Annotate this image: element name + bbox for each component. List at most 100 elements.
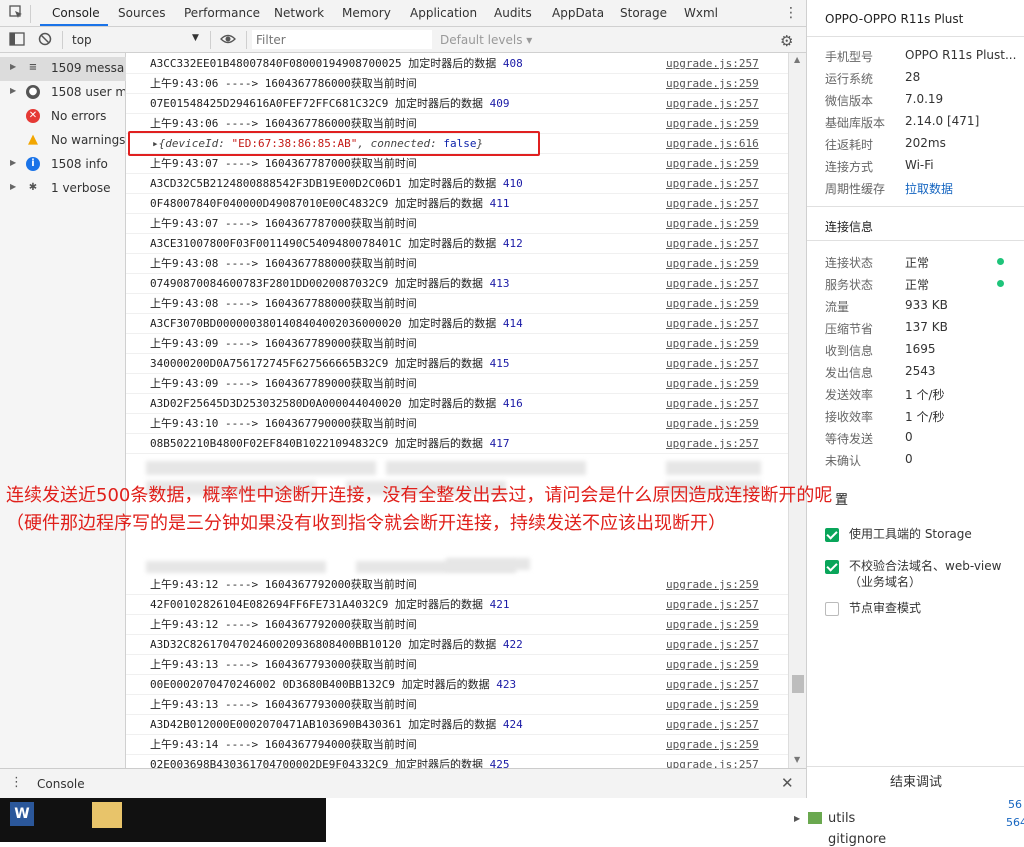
source-link[interactable]: upgrade.js:259 bbox=[666, 575, 759, 595]
context-select[interactable]: top ▼ bbox=[72, 33, 204, 47]
source-link[interactable]: upgrade.js:259 bbox=[666, 735, 759, 755]
message-text: 07490870084600783F2801DD0020087032C9 加定时… bbox=[150, 277, 490, 290]
more-options-icon[interactable]: ⋮ bbox=[784, 5, 798, 21]
source-link[interactable]: upgrade.js:257 bbox=[666, 174, 759, 194]
source-link[interactable]: upgrade.js:257 bbox=[666, 635, 759, 655]
source-link[interactable]: upgrade.js:259 bbox=[666, 374, 759, 394]
message-text: 上午9:43:07 ----> 1604367787000获取当前时间 bbox=[150, 157, 417, 170]
expand-arrow-icon[interactable]: ▶ bbox=[10, 62, 16, 71]
source-link[interactable]: upgrade.js:257 bbox=[666, 394, 759, 414]
source-link[interactable]: upgrade.js:259 bbox=[666, 615, 759, 635]
source-link[interactable]: upgrade.js:259 bbox=[666, 214, 759, 234]
source-link[interactable]: upgrade.js:257 bbox=[666, 715, 759, 735]
source-link[interactable]: upgrade.js:257 bbox=[666, 675, 759, 695]
filetree-item-utils[interactable]: utils bbox=[828, 811, 855, 826]
source-link[interactable]: upgrade.js:259 bbox=[666, 114, 759, 134]
sidebar-item-warnings[interactable]: ▲ No warnings bbox=[0, 129, 126, 153]
source-link[interactable]: upgrade.js:257 bbox=[666, 234, 759, 254]
expand-arrow-icon[interactable]: ▶ bbox=[10, 182, 16, 191]
log-levels-dropdown[interactable]: Default levels ▾ bbox=[440, 33, 532, 47]
expand-arrow-icon[interactable]: ▶ bbox=[10, 86, 16, 95]
folder-icon[interactable] bbox=[92, 802, 122, 828]
source-link[interactable]: upgrade.js:259 bbox=[666, 334, 759, 354]
source-link[interactable]: upgrade.js:259 bbox=[666, 655, 759, 675]
tab-application[interactable]: Application bbox=[410, 6, 477, 20]
console-row: A3CD32C5B2124800888542F3DB19E00D2C06D1 加… bbox=[126, 174, 788, 194]
expand-arrow-icon[interactable]: ▶ bbox=[10, 158, 16, 167]
message-number: 408 bbox=[502, 57, 523, 70]
word-app-icon[interactable]: W bbox=[10, 802, 34, 826]
setting-checkbox[interactable] bbox=[825, 602, 839, 616]
setting-checkbox[interactable] bbox=[825, 560, 839, 574]
message-text: 42F00102826104E082694FF6FE731A4032C9 加定时… bbox=[150, 598, 490, 611]
close-drawer-icon[interactable]: ✕ bbox=[781, 774, 794, 792]
divider bbox=[807, 36, 1024, 37]
line-number: 56 bbox=[1008, 798, 1022, 811]
eye-icon[interactable] bbox=[220, 33, 236, 48]
tab-memory[interactable]: Memory bbox=[342, 6, 391, 20]
source-link[interactable]: upgrade.js:257 bbox=[666, 434, 759, 454]
scrollbar-thumb[interactable] bbox=[792, 675, 804, 693]
drawer-menu-icon[interactable]: ⋮ bbox=[10, 775, 23, 790]
tab-wxml[interactable]: Wxml bbox=[684, 6, 718, 20]
toggle-sidebar-icon[interactable] bbox=[9, 32, 25, 49]
console-row: 00E0002070470246002 0D3680B400BB132C9 加定… bbox=[126, 675, 788, 695]
message-text: A3CF3070BD0000003801408404002036000020 加… bbox=[150, 317, 503, 330]
inspect-element-icon[interactable] bbox=[9, 5, 23, 19]
source-link[interactable]: upgrade.js:259 bbox=[666, 695, 759, 715]
console-message: A3CF3070BD0000003801408404002036000020 加… bbox=[150, 314, 523, 334]
source-link[interactable]: upgrade.js:259 bbox=[666, 254, 759, 274]
scroll-up-icon[interactable]: ▲ bbox=[794, 55, 800, 64]
source-link[interactable]: upgrade.js:257 bbox=[666, 354, 759, 374]
filetree-item-gitignore[interactable]: gitignore bbox=[828, 832, 886, 847]
scroll-down-icon[interactable]: ▼ bbox=[794, 755, 800, 764]
tab-appdata[interactable]: AppData bbox=[552, 6, 604, 20]
source-link[interactable]: upgrade.js:257 bbox=[666, 595, 759, 615]
sidebar-item-label: No warnings bbox=[51, 133, 125, 147]
info-value: 7.0.19 bbox=[905, 92, 944, 106]
info-key: 周期性缓存 bbox=[825, 182, 886, 196]
message-text: 上午9:43:13 ----> 1604367793000获取当前时间 bbox=[150, 698, 417, 711]
message-text: 上午9:43:06 ----> 1604367786000获取当前时间 bbox=[150, 77, 417, 90]
sidebar-item-verbose[interactable]: ▶ ✱ 1 verbose bbox=[0, 177, 126, 201]
tab-network[interactable]: Network bbox=[274, 6, 324, 20]
source-link[interactable]: upgrade.js:257 bbox=[666, 54, 759, 74]
tab-console[interactable]: Console bbox=[52, 6, 100, 20]
source-link[interactable]: upgrade.js:259 bbox=[666, 414, 759, 434]
message-number: 414 bbox=[502, 317, 523, 330]
console-message: 08B502210B4800F02EF840B10221094832C9 加定时… bbox=[150, 434, 510, 454]
device-title: OPPO-OPPO R11s Plust bbox=[825, 12, 964, 26]
console-row: A3D42B012000E0002070471AB103690B430361 加… bbox=[126, 715, 788, 735]
tab-sources[interactable]: Sources bbox=[118, 6, 165, 20]
expand-arrow-icon[interactable]: ▶ bbox=[794, 814, 800, 823]
sidebar-item-user-messages[interactable]: ▶ ● 1508 user m... bbox=[0, 81, 126, 105]
source-link[interactable]: upgrade.js:257 bbox=[666, 755, 759, 768]
end-debug-button[interactable]: 结束调试 bbox=[807, 766, 1024, 798]
tab-audits[interactable]: Audits bbox=[494, 6, 532, 20]
drawer-tab-console[interactable]: Console bbox=[37, 777, 85, 791]
clear-console-icon[interactable] bbox=[38, 32, 52, 49]
source-link[interactable]: upgrade.js:257 bbox=[666, 274, 759, 294]
source-link[interactable]: upgrade.js:259 bbox=[666, 294, 759, 314]
filter-input[interactable] bbox=[252, 30, 432, 49]
source-link[interactable]: upgrade.js:257 bbox=[666, 94, 759, 114]
console-sidebar: ▶ ≡ 1509 messa... ▶ ● 1508 user m... ✕ N… bbox=[0, 53, 126, 768]
tab-performance[interactable]: Performance bbox=[184, 6, 260, 20]
sidebar-item-info[interactable]: ▶ i 1508 info bbox=[0, 153, 126, 177]
settings-gear-icon[interactable]: ⚙ bbox=[780, 32, 793, 50]
source-link[interactable]: upgrade.js:257 bbox=[666, 194, 759, 214]
source-link[interactable]: upgrade.js:259 bbox=[666, 74, 759, 94]
console-message: 上午9:43:09 ----> 1604367789000获取当前时间 bbox=[150, 374, 417, 394]
console-message: A3D32C8261704702460020936808400BB10120 加… bbox=[150, 635, 523, 655]
console-row: 0F48007840F040000D49087010E00C4832C9 加定时… bbox=[126, 194, 788, 214]
sidebar-item-errors[interactable]: ✕ No errors bbox=[0, 105, 126, 129]
fetch-data-link[interactable]: 拉取数据 bbox=[905, 180, 953, 197]
source-link[interactable]: upgrade.js:259 bbox=[666, 154, 759, 174]
console-message: 上午9:43:12 ----> 1604367792000获取当前时间 bbox=[150, 615, 417, 635]
source-link[interactable]: upgrade.js:616 bbox=[666, 134, 759, 154]
console-scrollbar[interactable]: ▲ ▼ bbox=[788, 53, 806, 768]
message-text: A3CC332EE01B48007840F08000194908700025 加… bbox=[150, 57, 503, 70]
tab-storage[interactable]: Storage bbox=[620, 6, 667, 20]
source-link[interactable]: upgrade.js:257 bbox=[666, 314, 759, 334]
sidebar-item-messages[interactable]: ▶ ≡ 1509 messa... bbox=[0, 57, 126, 81]
